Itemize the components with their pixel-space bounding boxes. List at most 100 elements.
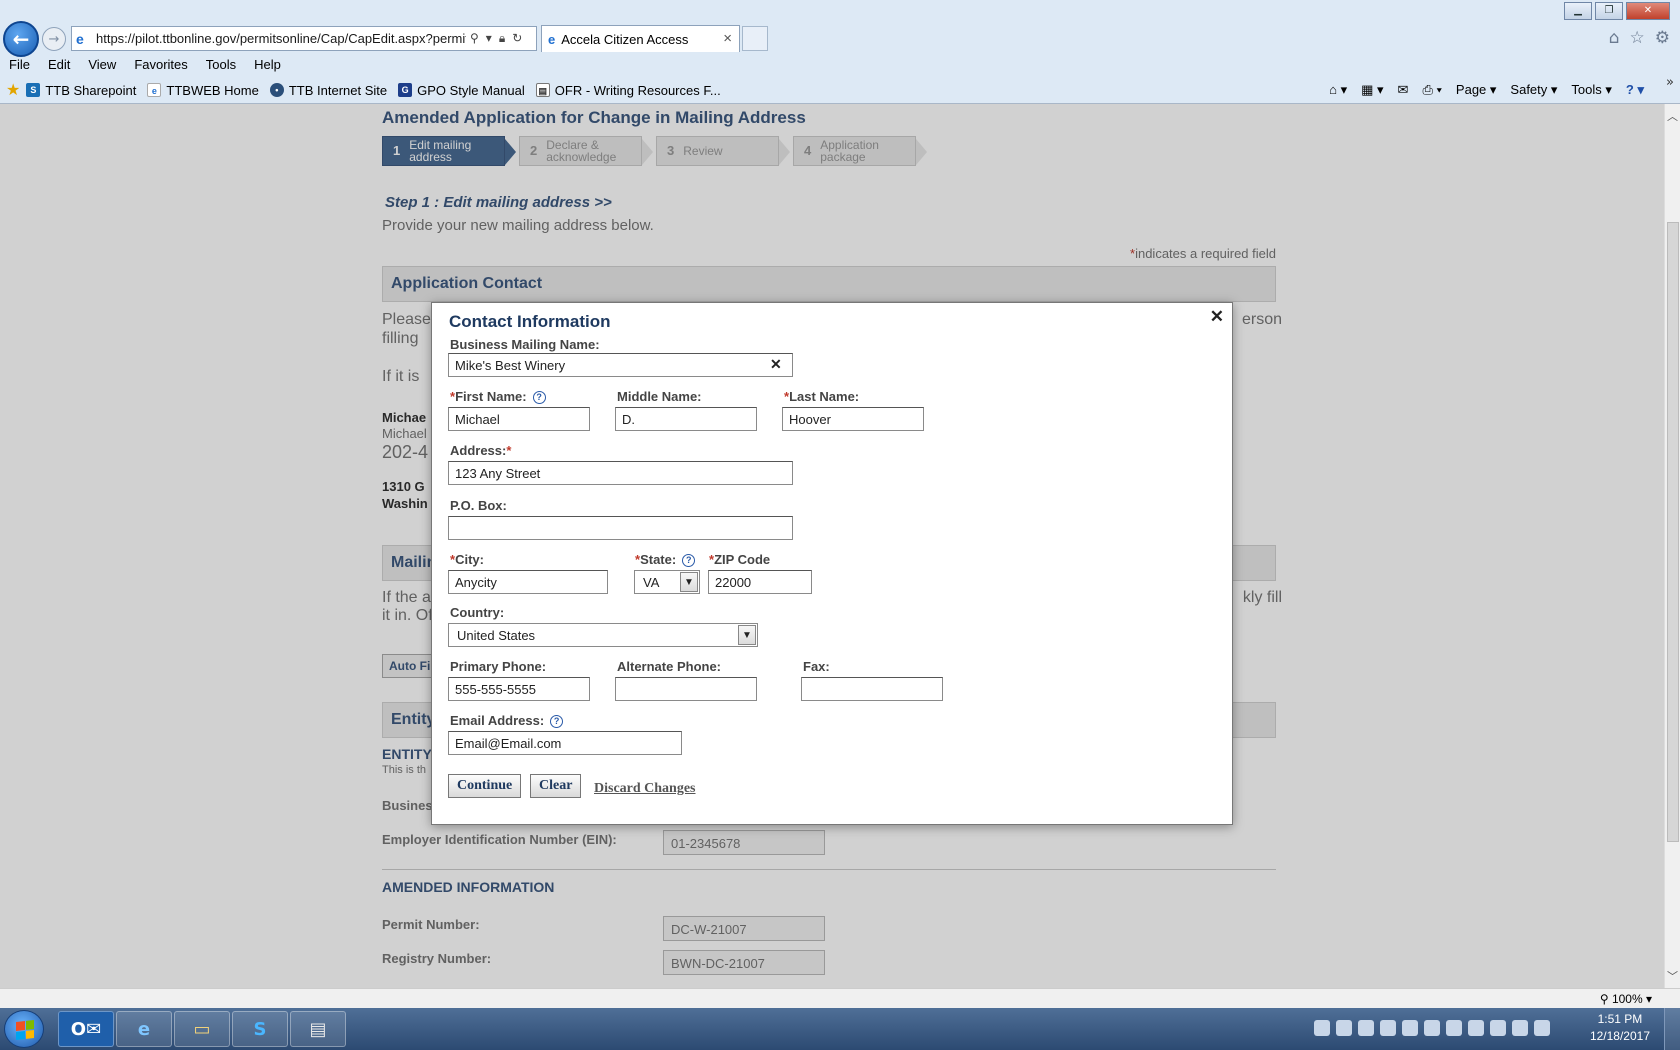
lock-icon[interactable]: 🔒︎ xyxy=(499,31,505,46)
volume-icon[interactable] xyxy=(1534,1020,1550,1036)
close-tab-icon[interactable]: × xyxy=(723,30,732,47)
favorite-ttbweb-home[interactable]: e TTBWEB Home xyxy=(147,83,259,98)
zoom-level[interactable]: ⚲ 100% ▾ xyxy=(1600,992,1652,1006)
discard-changes-link[interactable]: Discard Changes xyxy=(594,781,696,797)
internet-explorer-icon[interactable]: e xyxy=(116,1011,172,1047)
zip-code-label-text: ZIP Code xyxy=(714,552,771,567)
scroll-down-icon[interactable]: ﹀ xyxy=(1667,968,1678,984)
last-name-input[interactable] xyxy=(782,407,924,431)
country-select[interactable]: United States ▼ xyxy=(448,623,758,647)
scroll-up-icon[interactable]: ︿ xyxy=(1667,108,1678,124)
business-mailing-name-label: Business Mailing Name: xyxy=(450,337,600,352)
alternate-phone-input[interactable] xyxy=(615,677,757,701)
safety-menu[interactable]: Safety ▾ xyxy=(1510,82,1557,98)
outlook-icon[interactable]: O✉ xyxy=(58,1011,114,1047)
pen-tray-icon[interactable] xyxy=(1490,1020,1506,1036)
po-box-input[interactable] xyxy=(448,516,793,540)
primary-phone-input[interactable] xyxy=(448,677,590,701)
primary-phone-label: Primary Phone: xyxy=(450,659,547,674)
status-bar: ⚲ 100% ▾ xyxy=(0,988,1680,1008)
search-icon[interactable]: ⚲ xyxy=(470,31,479,46)
favorite-label: GPO Style Manual xyxy=(417,82,525,98)
menu-help[interactable]: Help xyxy=(245,55,290,75)
chevron-down-icon[interactable]: ▼ xyxy=(738,625,756,645)
document-app-icon[interactable]: ▤ xyxy=(290,1011,346,1047)
last-name-label-text: Last Name: xyxy=(789,389,860,404)
email-address-input[interactable] xyxy=(448,731,682,755)
user-tray-icon[interactable] xyxy=(1358,1020,1374,1036)
favorite-ttb-internet-site[interactable]: • TTB Internet Site xyxy=(269,83,387,98)
state-select[interactable]: VA ▼ xyxy=(634,570,700,594)
forward-arrow-icon[interactable]: → xyxy=(42,27,66,51)
favorite-ttb-sharepoint[interactable]: S TTB Sharepoint xyxy=(26,83,136,98)
menu-edit[interactable]: Edit xyxy=(39,55,79,75)
chevron-right-icon[interactable]: » xyxy=(1666,75,1674,90)
scrollbar-thumb[interactable] xyxy=(1667,222,1679,842)
favorite-ofr-writing[interactable]: ▤ OFR - Writing Resources F... xyxy=(535,83,721,98)
first-name-input[interactable] xyxy=(448,407,590,431)
print-icon[interactable]: ⎙ ▾ xyxy=(1422,82,1441,98)
chevron-down-icon[interactable]: ▼ xyxy=(680,572,698,592)
middle-name-input[interactable] xyxy=(615,407,757,431)
close-window-icon[interactable]: ✕ xyxy=(1626,2,1670,20)
state-label-text: State: xyxy=(640,552,677,567)
country-label: Country: xyxy=(450,605,505,620)
tools-menu[interactable]: Tools ▾ xyxy=(1571,82,1612,98)
middle-name-label: Middle Name: xyxy=(617,389,702,404)
page-menu[interactable]: Page ▾ xyxy=(1456,82,1497,98)
menu-bar: File Edit View Favorites Tools Help xyxy=(0,55,290,75)
clear-input-icon[interactable]: ✕ xyxy=(770,356,782,373)
mail-icon[interactable]: ✉ xyxy=(1398,82,1409,98)
start-button[interactable] xyxy=(4,1010,44,1048)
device-tray-icon[interactable] xyxy=(1402,1020,1418,1036)
gear-icon[interactable]: ⚙ xyxy=(1655,28,1670,48)
favorites-star-icon[interactable]: ★ xyxy=(6,80,20,100)
help-icon[interactable]: ? xyxy=(532,391,546,404)
home-command-icon[interactable]: ⌂ ▾ xyxy=(1329,82,1347,98)
system-clock[interactable]: 1:51 PM 12/18/2017 xyxy=(1590,1011,1650,1045)
favorite-label: TTB Sharepoint xyxy=(45,82,137,98)
app-tray-icon[interactable] xyxy=(1468,1020,1484,1036)
help-icon[interactable]: ? xyxy=(550,715,564,728)
sync-tray-icon[interactable] xyxy=(1446,1020,1462,1036)
zip-code-input[interactable] xyxy=(708,570,812,594)
notes-tray-icon[interactable] xyxy=(1336,1020,1352,1036)
dropdown-icon[interactable]: ▾ xyxy=(486,31,492,46)
city-label-text: City: xyxy=(455,552,484,567)
favorites-star-icon[interactable]: ☆ xyxy=(1630,28,1645,48)
menu-file[interactable]: File xyxy=(0,55,39,75)
tab-accela[interactable]: e Accela Citizen Access × xyxy=(541,25,740,52)
show-desktop-button[interactable] xyxy=(1664,1008,1680,1050)
feeds-icon[interactable]: ▦ ▾ xyxy=(1361,82,1383,98)
fax-input[interactable] xyxy=(801,677,943,701)
restore-icon[interactable]: ❐ xyxy=(1595,2,1623,20)
home-icon[interactable]: ⌂ xyxy=(1609,28,1620,48)
city-input[interactable] xyxy=(448,570,608,594)
clear-button[interactable]: Clear xyxy=(530,774,582,798)
minimize-icon[interactable]: ▁ xyxy=(1564,2,1592,20)
help-icon[interactable]: ? xyxy=(682,554,696,567)
vertical-scrollbar[interactable]: ︿ ﹀ xyxy=(1664,104,1680,988)
skype-icon[interactable]: S xyxy=(232,1011,288,1047)
back-arrow-icon[interactable]: ← xyxy=(3,21,39,57)
skype-tray-icon[interactable] xyxy=(1380,1020,1396,1036)
network-tray-icon[interactable] xyxy=(1512,1020,1528,1036)
url-text[interactable]: https://pilot.ttbonline.gov/permitsonlin… xyxy=(96,31,466,46)
refresh-icon[interactable]: ↻ xyxy=(512,31,522,46)
menu-view[interactable]: View xyxy=(79,55,125,75)
windows-taskbar: O✉ e ▭ S ▤ 1:51 PM 12/18/2017 xyxy=(0,1008,1680,1050)
continue-button[interactable]: Continue xyxy=(448,774,522,798)
close-icon[interactable]: ✕ xyxy=(1210,307,1224,327)
favorite-gpo-style-manual[interactable]: G GPO Style Manual xyxy=(398,83,525,98)
file-explorer-icon[interactable]: ▭ xyxy=(174,1011,230,1047)
security-tray-icon[interactable] xyxy=(1424,1020,1440,1036)
last-name-label: *Last Name: xyxy=(784,389,860,404)
menu-favorites[interactable]: Favorites xyxy=(125,55,196,75)
address-input[interactable] xyxy=(448,461,793,485)
address-bar[interactable]: e https://pilot.ttbonline.gov/permitsonl… xyxy=(71,26,537,51)
new-tab-button[interactable] xyxy=(742,26,768,51)
outlook-tray-icon[interactable] xyxy=(1314,1020,1330,1036)
help-icon[interactable]: ? ▾ xyxy=(1626,82,1644,98)
business-mailing-name-input[interactable] xyxy=(448,353,793,377)
menu-tools[interactable]: Tools xyxy=(197,55,245,75)
